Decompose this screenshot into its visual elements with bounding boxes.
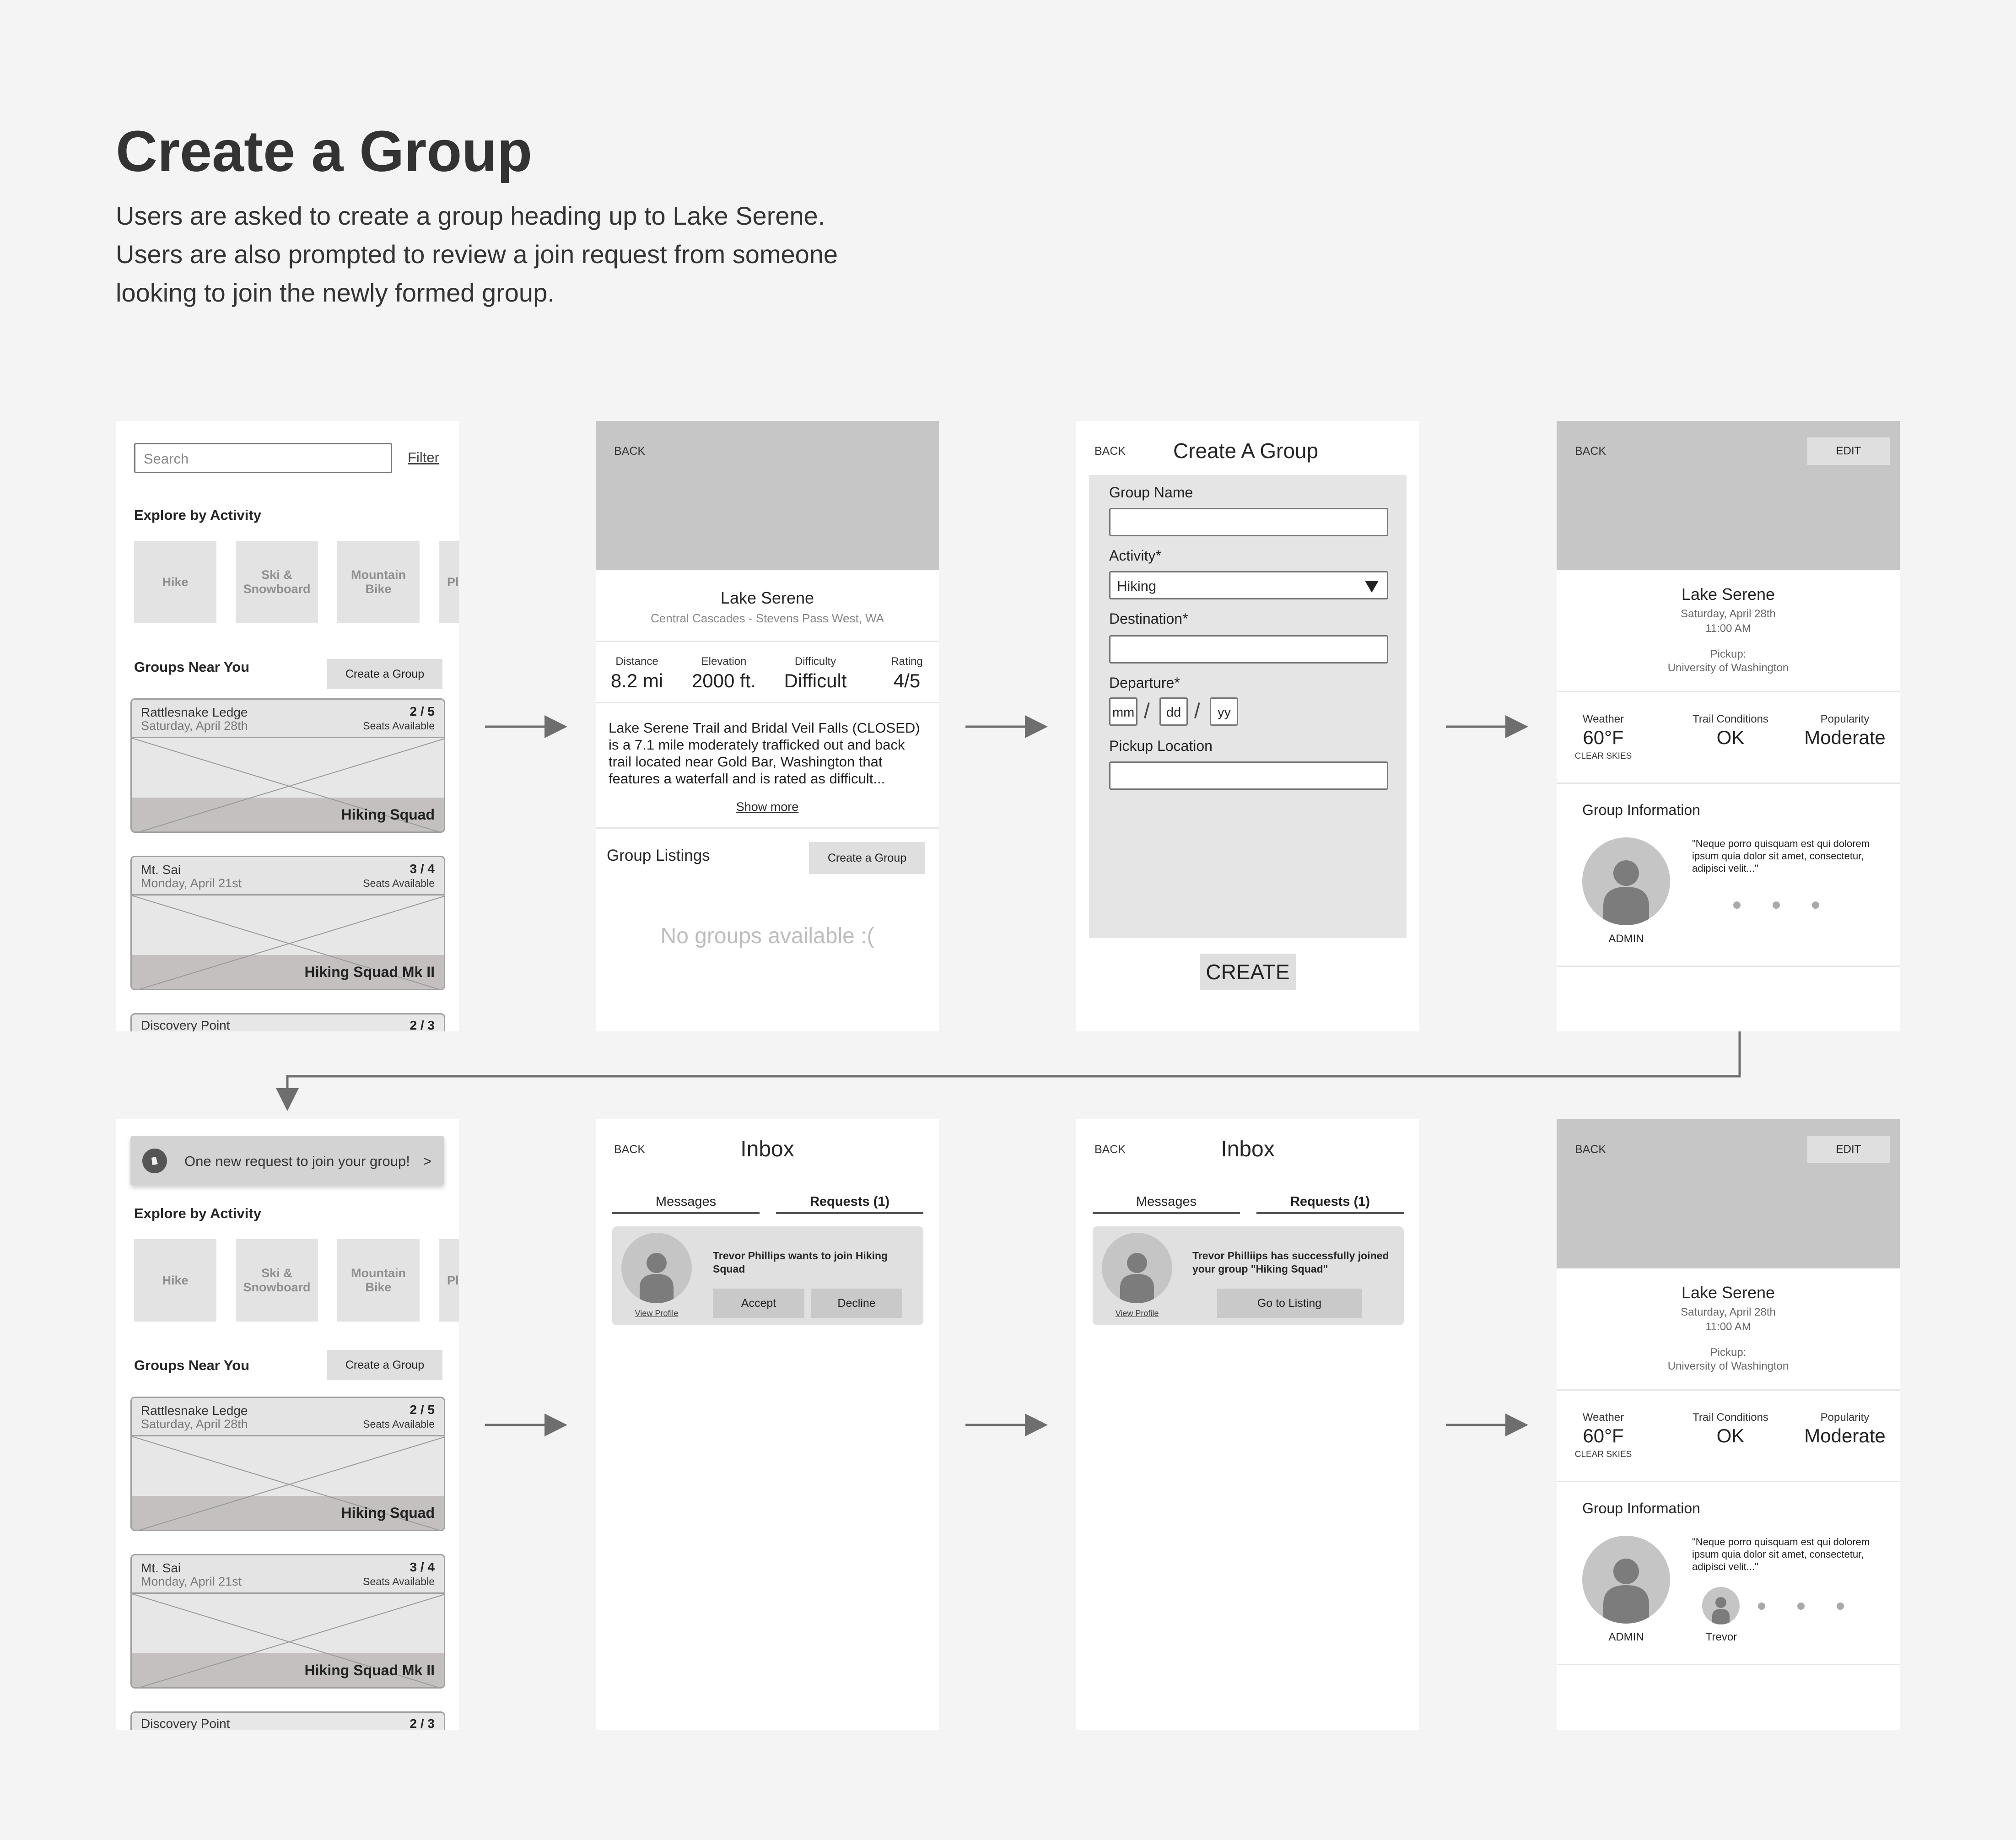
flow-arrows	[276, 715, 1741, 1436]
